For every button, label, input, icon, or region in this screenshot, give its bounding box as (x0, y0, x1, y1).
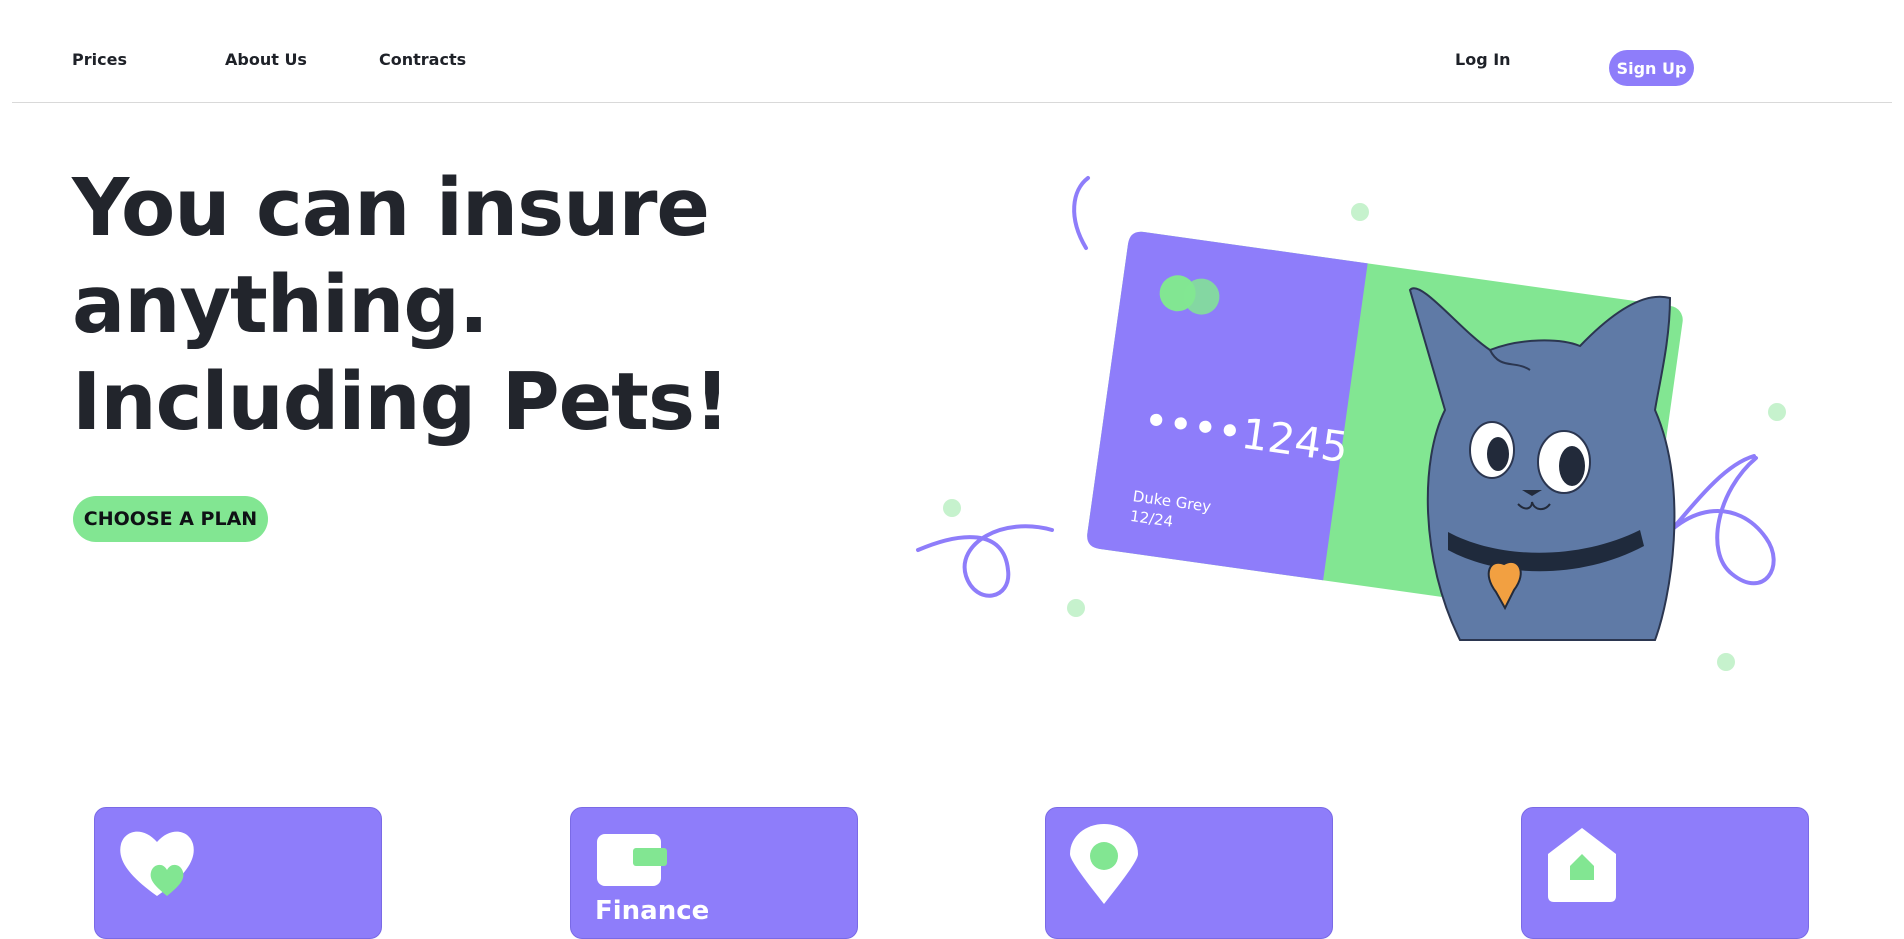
feature-card-finance[interactable]: Finance (570, 807, 858, 939)
feature-card-pets[interactable] (94, 807, 382, 939)
hero-title: You can insure anything. Including Pets! (72, 160, 730, 451)
decor-dot (1067, 599, 1085, 617)
login-link[interactable]: Log In (1455, 50, 1511, 69)
header-divider (12, 102, 1892, 103)
hero-illustration: ••••1245 Duke Grey 12/24 (916, 176, 1786, 671)
decor-dot (1351, 203, 1369, 221)
hero-title-line-2: anything. (72, 259, 489, 351)
swirl-decoration (1072, 176, 1090, 250)
wallet-icon (597, 834, 667, 886)
nav-link-about-us[interactable]: About Us (225, 50, 307, 69)
decor-dot (1768, 403, 1786, 421)
location-pin-icon (1070, 824, 1138, 904)
signup-button[interactable]: Sign Up (1609, 50, 1694, 86)
feature-card-home[interactable] (1521, 807, 1809, 939)
swirl-decoration (916, 524, 1054, 598)
cat-illustration (1408, 287, 1676, 641)
nav-link-prices[interactable]: Prices (72, 50, 127, 69)
decor-dot (943, 499, 961, 517)
feature-card-travel[interactable] (1045, 807, 1333, 939)
choose-plan-button[interactable]: CHOOSE A PLAN (73, 496, 268, 542)
top-navigation: Prices About Us Contracts Log In Sign Up (0, 0, 1904, 103)
nav-link-contracts[interactable]: Contracts (379, 50, 466, 69)
hero-title-line-1: You can insure (72, 162, 710, 254)
heart-icon (120, 831, 194, 896)
decor-dot (1717, 653, 1735, 671)
house-icon (1548, 828, 1616, 902)
feature-label-finance: Finance (595, 896, 710, 926)
hero-title-line-3: Including Pets! (72, 356, 730, 448)
